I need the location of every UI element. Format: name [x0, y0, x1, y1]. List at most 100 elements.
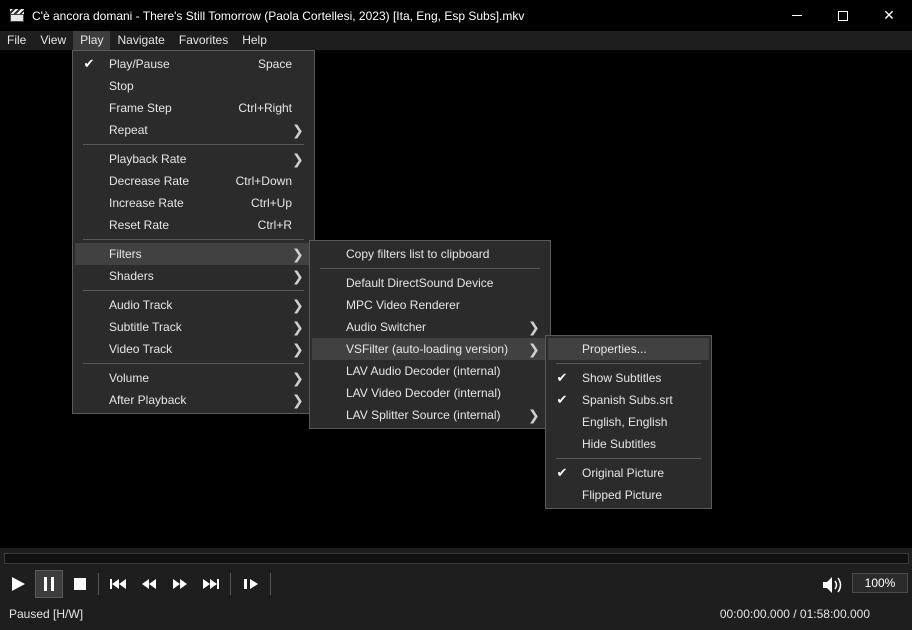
menu-item-audio-track[interactable]: Audio Track ❯: [75, 294, 312, 316]
menu-item-label: Audio Track: [109, 298, 173, 312]
menu-item-video-track[interactable]: Video Track ❯: [75, 338, 312, 360]
menu-item-lav-video[interactable]: LAV Video Decoder (internal): [312, 382, 548, 404]
submenu-arrow-icon: ❯: [292, 319, 304, 335]
menu-item-label: Frame Step: [109, 101, 172, 115]
stop-icon: [74, 578, 86, 590]
menu-bar: File View Play Navigate Favorites Help: [0, 31, 912, 50]
menu-item-playback-rate[interactable]: Playback Rate ❯: [75, 148, 312, 170]
play-button[interactable]: [4, 570, 32, 598]
menu-item-mpc-video-renderer[interactable]: MPC Video Renderer: [312, 294, 548, 316]
submenu-arrow-icon: ❯: [528, 319, 540, 335]
fast-forward-icon: [173, 579, 187, 589]
menu-item-show-subtitles[interactable]: ✔ Show Subtitles: [548, 367, 709, 389]
menu-item-subtitle-track[interactable]: Subtitle Track ❯: [75, 316, 312, 338]
menu-item-stop[interactable]: Stop: [75, 75, 312, 97]
check-icon: ✔: [556, 392, 568, 407]
control-bar: 100%: [0, 568, 912, 600]
seek-bar[interactable]: [4, 553, 909, 564]
check-icon: ✔: [83, 56, 95, 71]
minimize-button[interactable]: [774, 0, 820, 31]
rewind-button[interactable]: [135, 570, 163, 598]
menu-item-english-subs[interactable]: English, English: [548, 411, 709, 433]
maximize-icon: [838, 10, 848, 21]
minimize-icon: [792, 15, 802, 16]
check-icon: ✔: [556, 465, 568, 480]
menu-item-label: Audio Switcher: [346, 320, 427, 334]
previous-button[interactable]: [104, 570, 132, 598]
menu-item-frame-step[interactable]: Frame Step Ctrl+Right: [75, 97, 312, 119]
menu-item-spanish-subs[interactable]: ✔ Spanish Subs.srt: [548, 389, 709, 411]
menu-item-lav-splitter[interactable]: LAV Splitter Source (internal) ❯: [312, 404, 548, 426]
menu-item-vsfilter[interactable]: VSFilter (auto-loading version) ❯: [312, 338, 548, 360]
menu-item-decrease-rate[interactable]: Decrease Rate Ctrl+Down: [75, 170, 312, 192]
play-icon: [12, 577, 25, 591]
menu-item-label: Repeat: [109, 123, 148, 137]
next-icon: [203, 579, 219, 589]
menu-separator: [75, 287, 312, 294]
menu-item-copy-filters[interactable]: Copy filters list to clipboard: [312, 243, 548, 265]
next-button[interactable]: [197, 570, 225, 598]
menu-item-label: Stop: [109, 79, 134, 93]
time-display: 00:00:00.000 / 01:58:00.000: [719, 607, 870, 621]
menu-item-repeat[interactable]: Repeat ❯: [75, 119, 312, 141]
menu-item-label: Increase Rate: [109, 196, 184, 210]
seek-bar-area: [0, 548, 912, 568]
menu-item-label: Playback Rate: [109, 152, 187, 166]
menu-item-audio-switcher[interactable]: Audio Switcher ❯: [312, 316, 548, 338]
menu-item-label: Flipped Picture: [582, 488, 663, 502]
menu-item-filters[interactable]: Filters ❯: [75, 243, 312, 265]
toolbar-separator: [98, 573, 99, 595]
volume-icon[interactable]: [821, 575, 845, 595]
menu-navigate[interactable]: Navigate: [110, 31, 171, 50]
menu-item-hide-subtitles[interactable]: Hide Subtitles: [548, 433, 709, 455]
menu-play[interactable]: Play: [73, 31, 111, 50]
menu-favorites[interactable]: Favorites: [172, 31, 235, 50]
menu-separator: [548, 360, 709, 367]
menu-item-label: LAV Audio Decoder (internal): [346, 364, 501, 378]
menu-separator: [75, 141, 312, 148]
menu-item-label: VSFilter (auto-loading version): [346, 342, 509, 356]
vsfilter-submenu: Properties... ✔ Show Subtitles ✔ Spanish…: [545, 335, 712, 509]
menu-item-label: Copy filters list to clipboard: [346, 247, 490, 261]
menu-item-lav-audio[interactable]: LAV Audio Decoder (internal): [312, 360, 548, 382]
menu-item-label: After Playback: [109, 393, 187, 407]
window-title: C'è ancora domani - There's Still Tomorr…: [32, 8, 525, 23]
menu-item-label: Properties...: [582, 342, 647, 356]
menu-item-increase-rate[interactable]: Increase Rate Ctrl+Up: [75, 192, 312, 214]
menu-item-volume[interactable]: Volume ❯: [75, 367, 312, 389]
menu-item-label: Filters: [109, 247, 142, 261]
pause-button[interactable]: [35, 570, 63, 598]
menu-separator: [75, 236, 312, 243]
menu-item-after-playback[interactable]: After Playback ❯: [75, 389, 312, 411]
close-button[interactable]: ✕: [866, 0, 912, 31]
frame-step-button[interactable]: [237, 570, 265, 598]
menu-item-shaders[interactable]: Shaders ❯: [75, 265, 312, 287]
maximize-button[interactable]: [820, 0, 866, 31]
menu-file[interactable]: File: [0, 31, 33, 50]
menu-separator: [312, 265, 548, 272]
filters-submenu: Copy filters list to clipboard Default D…: [309, 240, 551, 429]
toolbar-separator: [270, 573, 271, 595]
close-icon: ✕: [883, 7, 895, 23]
menu-item-flipped-picture[interactable]: Flipped Picture: [548, 484, 709, 506]
menu-item-label: Subtitle Track: [109, 320, 182, 334]
menu-help[interactable]: Help: [235, 31, 274, 50]
play-menu: ✔ Play/Pause Space Stop Frame Step Ctrl+…: [72, 50, 315, 414]
menu-item-original-picture[interactable]: ✔ Original Picture: [548, 462, 709, 484]
menu-item-label: LAV Splitter Source (internal): [346, 408, 501, 422]
menu-item-label: MPC Video Renderer: [346, 298, 460, 312]
menu-item-directsound[interactable]: Default DirectSound Device: [312, 272, 548, 294]
menu-item-reset-rate[interactable]: Reset Rate Ctrl+R: [75, 214, 312, 236]
stop-button[interactable]: [66, 570, 94, 598]
menu-item-play-pause[interactable]: ✔ Play/Pause Space: [75, 53, 312, 75]
submenu-arrow-icon: ❯: [292, 392, 304, 408]
menu-view[interactable]: View: [33, 31, 73, 50]
shortcut-label: Ctrl+Down: [235, 174, 292, 188]
fast-forward-button[interactable]: [166, 570, 194, 598]
submenu-arrow-icon: ❯: [292, 122, 304, 138]
menu-separator: [548, 455, 709, 462]
menu-item-label: English, English: [582, 415, 668, 429]
volume-level[interactable]: 100%: [852, 573, 908, 593]
menu-item-properties[interactable]: Properties...: [548, 338, 709, 360]
menu-item-label: Volume: [109, 371, 150, 385]
